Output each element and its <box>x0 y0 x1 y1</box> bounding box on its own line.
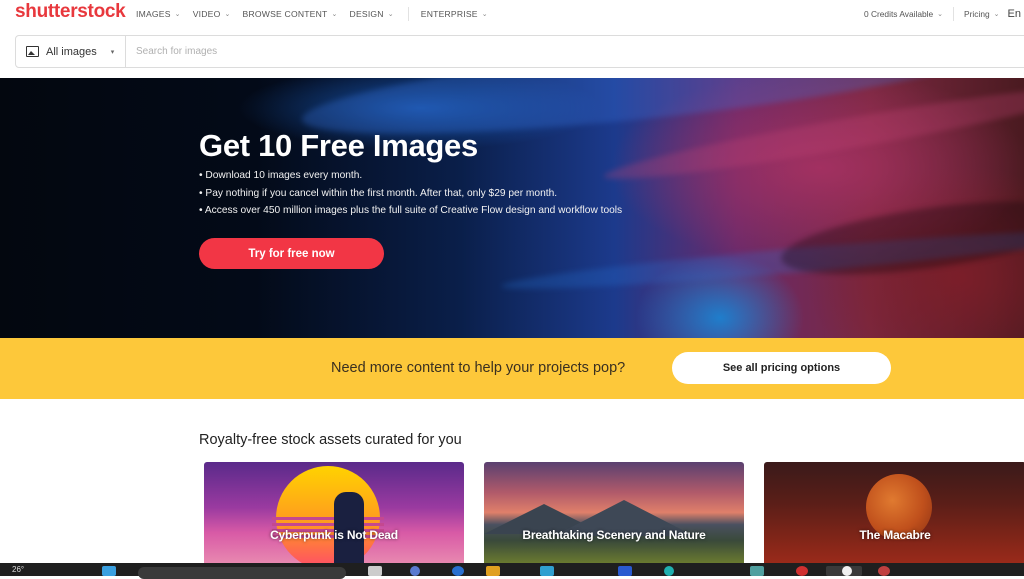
caret-down-icon: ▾ <box>110 48 115 56</box>
curated-section-title: Royalty-free stock assets curated for yo… <box>199 432 462 448</box>
taskbar-app-icon[interactable] <box>540 566 554 576</box>
hero-title: Get 10 Free Images <box>199 128 478 163</box>
credits-label: 0 Credits Available <box>863 9 934 19</box>
start-icon[interactable] <box>102 566 116 576</box>
search-scope-label: All images <box>46 45 97 58</box>
try-for-free-button[interactable]: Try for free now <box>199 238 384 269</box>
search-bar: All images ▾ <box>15 35 1024 68</box>
nav-video-label: VIDEO <box>192 9 221 19</box>
hero-bullet: • Access over 450 million images plus th… <box>199 205 623 216</box>
taskbar-app-icon[interactable] <box>664 566 674 576</box>
taskbar-app-icon[interactable] <box>486 566 500 576</box>
pricing-promo-banner: Need more content to help your projects … <box>0 338 1024 399</box>
taskbar-app-icon[interactable] <box>618 566 632 576</box>
see-pricing-button[interactable]: See all pricing options <box>672 352 891 384</box>
collection-card-macabre[interactable]: The Macabre <box>764 462 1024 563</box>
search-input[interactable] <box>126 36 1024 67</box>
card-label: Breathtaking Scenery and Nature <box>522 528 706 542</box>
nav-images[interactable]: IMAGES ⌄ <box>136 9 181 19</box>
taskbar-app-icon[interactable] <box>842 566 852 576</box>
search-scope-dropdown[interactable]: All images ▾ <box>16 36 126 67</box>
taskbar-app-icon[interactable] <box>368 566 382 576</box>
weather-widget[interactable]: 26° <box>12 565 24 574</box>
taskbar-app-icon[interactable] <box>750 566 764 576</box>
nav-images-label: IMAGES <box>136 9 171 19</box>
taskbar-app-icon[interactable] <box>452 566 464 576</box>
collection-card-cyberpunk[interactable]: Cyberpunk is Not Dead <box>204 462 464 563</box>
taskbar-app-icon[interactable] <box>878 566 890 576</box>
hero-content: Get 10 Free Images • Download 10 images … <box>199 128 622 223</box>
card-label: Cyberpunk is Not Dead <box>270 528 398 542</box>
chevron-down-icon: ⌄ <box>224 11 231 18</box>
card-label: The Macabre <box>859 528 931 542</box>
nav-enterprise-label: ENTERPRISE <box>420 9 478 19</box>
chevron-down-icon: ⌄ <box>387 11 394 18</box>
nav-design-label: DESIGN <box>349 9 384 19</box>
chevron-down-icon: ⌄ <box>331 11 338 18</box>
promo-text: Need more content to help your projects … <box>331 360 626 376</box>
collection-card-scenery[interactable]: Breathtaking Scenery and Nature <box>484 462 744 563</box>
nav-enterprise[interactable]: ENTERPRISE ⌄ <box>421 9 488 19</box>
hero-streak <box>777 187 1024 289</box>
nav-divider <box>407 7 409 21</box>
taskbar-app-icon[interactable] <box>796 566 808 576</box>
chevron-down-icon: ⌄ <box>174 11 181 18</box>
nav-video[interactable]: VIDEO ⌄ <box>193 9 231 19</box>
os-taskbar: 26° <box>0 563 1024 579</box>
hero-bullet: • Pay nothing if you cancel within the f… <box>199 187 558 199</box>
nav-divider <box>953 7 955 21</box>
image-icon <box>26 46 39 57</box>
shutterstock-logo[interactable]: shutterstock <box>15 1 126 23</box>
chevron-down-icon: ⌄ <box>993 11 1000 18</box>
nav-design[interactable]: DESIGN ⌄ <box>350 9 394 19</box>
main-nav: IMAGES ⌄ VIDEO ⌄ BROWSE CONTENT ⌄ DESIGN ⌄ E… <box>136 7 500 21</box>
taskbar-app-icon[interactable] <box>410 566 420 576</box>
hero-bullet: • Download 10 images every month. <box>199 170 363 181</box>
pricing-label: Pricing <box>964 9 990 19</box>
nav-browse-content-label: BROWSE CONTENT <box>242 9 328 19</box>
chevron-down-icon: ⌄ <box>481 11 488 18</box>
hero-banner: Get 10 Free Images • Download 10 images … <box>0 78 1024 338</box>
credits-menu[interactable]: 0 Credits Available ⌄ <box>864 9 943 19</box>
nav-browse-content[interactable]: BROWSE CONTENT ⌄ <box>243 9 338 19</box>
account-nav: 0 Credits Available ⌄ Pricing ⌄ En <box>864 7 1024 21</box>
top-navigation: shutterstock IMAGES ⌄ VIDEO ⌄ BROWSE CONTE… <box>0 0 1024 26</box>
pricing-menu[interactable]: Pricing ⌄ <box>964 9 999 19</box>
language-selector[interactable]: En <box>1008 8 1021 20</box>
taskbar-search[interactable] <box>138 567 346 579</box>
chevron-down-icon: ⌄ <box>937 11 944 18</box>
